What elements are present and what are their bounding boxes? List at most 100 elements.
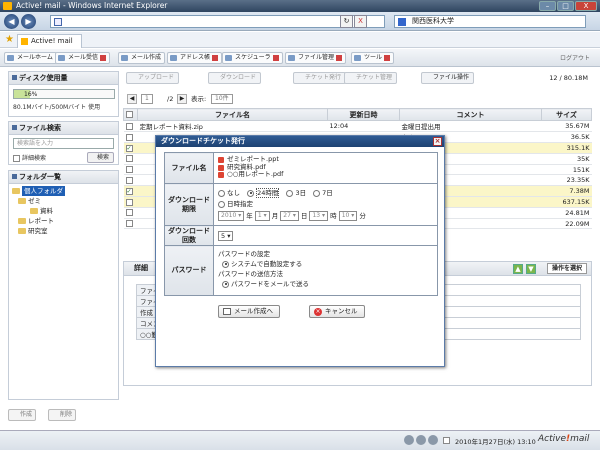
ticket-manage-button[interactable]: チケット管理 [344,72,398,84]
radio[interactable] [313,189,321,197]
checkbox[interactable] [125,209,133,217]
radio[interactable] [286,189,294,197]
minimize-button[interactable]: – [539,1,556,11]
col-size[interactable]: サイズ [541,108,592,121]
ticket-issue-button[interactable]: チケット発行 [293,72,347,84]
radio-selected[interactable] [222,280,229,288]
page-select[interactable]: 1 [141,94,153,104]
next-page-button[interactable]: ▶ [177,94,187,104]
period-7d[interactable]: 7日 [313,188,333,199]
move-up-icon[interactable]: ▲ [513,264,523,274]
folder-personal[interactable]: 個人フォルダ [12,186,115,196]
nav-next-icon[interactable] [416,435,426,445]
year-select[interactable]: 2010 ▾ [218,211,245,221]
download-button[interactable]: ダウンロード [208,72,262,84]
row-checkbox-cell[interactable] [123,131,138,143]
select-all-header[interactable] [123,108,138,121]
period-none[interactable]: なし [218,188,240,199]
dropdown-icon[interactable] [384,54,391,61]
radio[interactable] [218,200,225,208]
dropdown-icon[interactable] [336,54,343,61]
minute-select[interactable]: 10 ▾ [338,211,358,221]
folder-seminar[interactable]: ゼミ [12,196,115,206]
stop-button[interactable]: X [354,15,367,28]
nav-prev-icon[interactable] [404,435,414,445]
dropdown-icon[interactable] [212,54,219,61]
checkbox-checked[interactable]: ✓ [125,187,133,195]
pw-send-option[interactable]: パスワードをメールで送る [218,279,433,289]
cancel-button[interactable]: × キャンセル [309,305,365,318]
create-mail-button[interactable]: メール作成へ [218,305,280,318]
checkbox[interactable] [125,122,133,130]
file-ops-button[interactable]: ファイル操作 [421,72,475,84]
day-select[interactable]: 27 ▾ [280,211,299,221]
count-select[interactable]: 5 ▾ [218,231,234,241]
calendar-icon[interactable] [443,437,450,444]
row-checkbox-cell[interactable] [123,196,138,209]
nav-scheduler[interactable]: スケジューラ [222,52,283,64]
row-checkbox-cell[interactable] [123,120,138,132]
row-checkbox-cell[interactable] [123,174,138,187]
forward-button[interactable]: ▶ [21,14,36,29]
nav-mail-home[interactable]: メールホーム [4,52,57,64]
dropdown-icon[interactable] [272,54,279,61]
logout-link[interactable]: ログアウト [560,53,590,62]
checkbox[interactable] [125,198,133,206]
prev-page-button[interactable]: ◀ [127,94,137,104]
browser-search-input[interactable]: 関西医科大学 [394,15,586,28]
folder-report[interactable]: レポート [12,216,115,226]
col-comment[interactable]: コメント [399,108,542,121]
move-down-icon[interactable]: ▼ [526,264,536,274]
nav-file-manager[interactable]: ファイル管理 [285,52,347,64]
hour-select[interactable]: 13 ▾ [309,211,329,221]
period-3d[interactable]: 3日 [286,188,306,199]
refresh-button[interactable]: ↻ [340,15,353,28]
row-checkbox-cell[interactable]: ✓ [123,142,138,154]
ops-select[interactable]: 操作を選択 [546,263,587,274]
date-option[interactable]: 日時指定 [218,199,433,210]
file-search-input[interactable]: 検索語を入力 [13,138,114,149]
nav-mail-compose[interactable]: メール作成 [118,52,166,64]
row-checkbox-cell[interactable] [123,207,138,219]
col-filename[interactable]: ファイル名 [137,108,328,121]
create-folder-button[interactable]: 作成 [8,409,37,421]
checkbox[interactable] [125,176,133,184]
folder-materials[interactable]: 資料 [12,206,115,216]
radio[interactable] [218,189,225,197]
month-select[interactable]: 1 ▾ [254,211,270,221]
dropdown-icon[interactable] [100,54,107,61]
nav-tools[interactable]: ツール [351,52,395,64]
maximize-button[interactable]: □ [557,1,574,11]
browser-tab[interactable]: Active! mail [17,34,82,48]
row-checkbox-cell[interactable] [123,164,138,176]
table-row[interactable]: 定期レポート資料.zip 12:04 金曜日提出用 35.67M [123,120,592,132]
checkbox-checked[interactable]: ✓ [125,144,133,152]
search-button[interactable]: 検索 [86,152,114,163]
nav-address-book[interactable]: アドレス帳 [167,52,223,64]
nav-end-icon[interactable] [428,435,438,445]
nav-mail-receive[interactable]: メール受信 [55,52,111,64]
folder-lab[interactable]: 研究室 [12,226,115,236]
period-24h[interactable]: 24時間 [247,188,280,199]
checkbox[interactable] [125,220,133,228]
radio-selected[interactable] [222,260,229,268]
checkbox[interactable] [125,133,133,141]
pw-auto-option[interactable]: システムで自動設定する [218,259,433,269]
url-field[interactable] [50,15,385,28]
row-checkbox-cell[interactable]: ✓ [123,185,138,198]
delete-folder-button[interactable]: 削除 [48,409,77,421]
col-date[interactable]: 更新日時 [327,108,400,121]
back-button[interactable]: ◀ [4,14,19,29]
dialog-close-button[interactable]: × [433,137,442,146]
select-all-checkbox[interactable] [126,111,133,118]
row-checkbox-cell[interactable] [123,153,138,165]
per-page-select[interactable]: 10件 [211,94,233,104]
checkbox[interactable] [125,155,133,163]
row-checkbox-cell[interactable] [123,218,138,230]
radio-selected[interactable] [247,189,255,197]
favorites-star-icon[interactable]: ★ [5,33,14,46]
upload-button[interactable]: アップロード [126,72,180,84]
close-button[interactable]: X [575,1,597,11]
checkbox[interactable] [125,166,133,174]
detail-search-checkbox[interactable] [13,155,20,162]
